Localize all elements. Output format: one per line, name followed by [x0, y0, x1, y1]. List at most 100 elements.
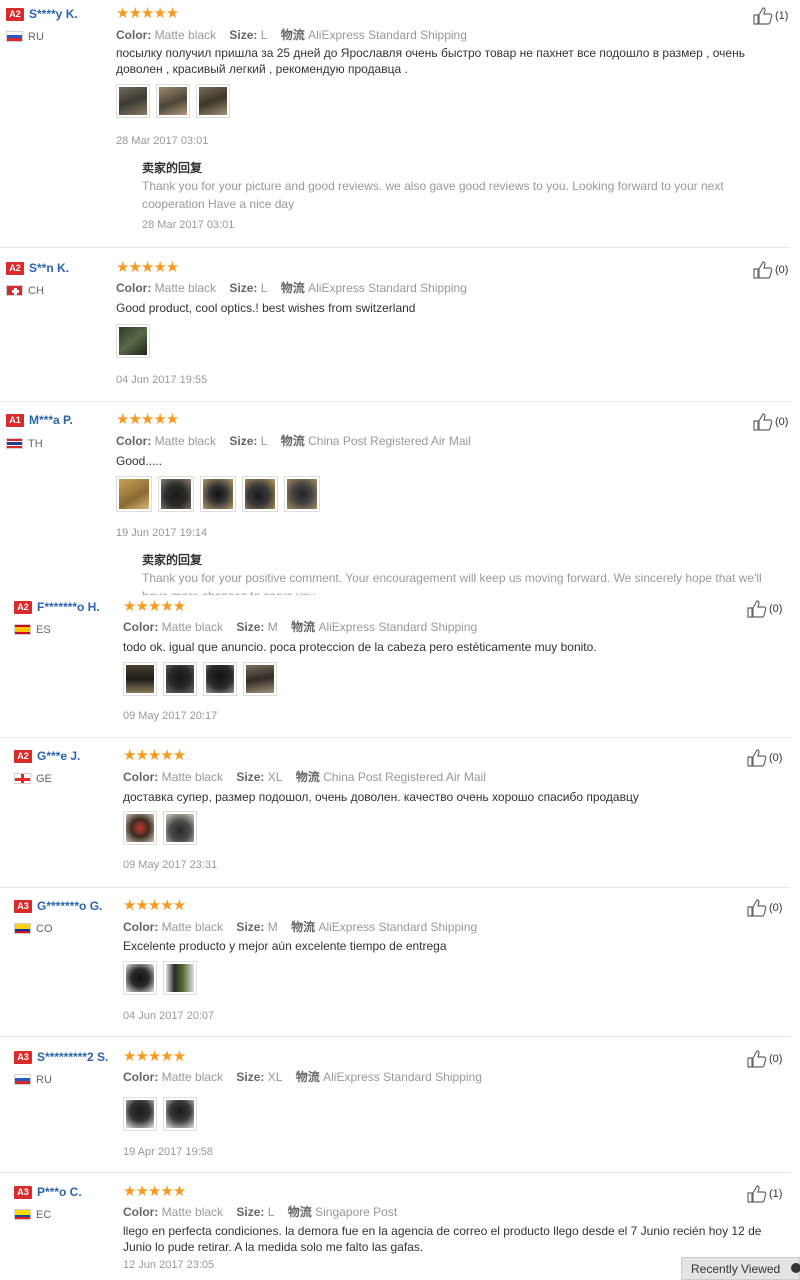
review-item: A1 M***a P. TH ★★★★★ Color: Matte black … — [0, 402, 800, 595]
review-text: доставка супер, размер подошол, очень до… — [123, 790, 639, 804]
seller-reply-text: Thank you for your positive comment. You… — [142, 571, 762, 595]
review-photo[interactable] — [158, 476, 194, 512]
helpful-button[interactable]: (0) — [747, 749, 782, 767]
order-info: Color: Matte black Size: L 物流 AliExpress… — [116, 28, 467, 42]
reviewer-name[interactable]: G*******o G. — [37, 899, 102, 913]
review-photo[interactable] — [203, 662, 237, 696]
country-code: CH — [28, 285, 44, 297]
helpful-button[interactable]: (1) — [747, 1185, 782, 1203]
helpful-count: (0) — [769, 752, 783, 764]
review-text: Good..... — [116, 454, 163, 468]
country-code: TH — [28, 438, 43, 450]
flag-icon — [14, 624, 31, 635]
review-photos — [123, 662, 277, 696]
order-info: Color: Matte black Size: M 物流 AliExpress… — [123, 620, 478, 634]
buyer-level-badge: A2 — [6, 262, 24, 275]
review-photo[interactable] — [243, 662, 277, 696]
reviewer-name[interactable]: S****y K. — [29, 7, 78, 21]
review-photos — [123, 961, 197, 995]
review-photo[interactable] — [116, 476, 152, 512]
review-photo[interactable] — [196, 84, 230, 118]
review-photos — [123, 811, 197, 845]
review-photo[interactable] — [123, 1097, 157, 1131]
thumbs-up-icon — [747, 1050, 767, 1068]
flag-icon — [6, 285, 23, 296]
review-date: 19 Apr 2017 19:58 — [123, 1146, 213, 1158]
helpful-count: (0) — [769, 902, 783, 914]
review-photo[interactable] — [200, 476, 236, 512]
review-photos — [116, 84, 230, 118]
rating-stars: ★★★★★ — [116, 411, 179, 428]
buyer-level-badge: A1 — [6, 414, 24, 427]
review-item: A3 P***o C. EC ★★★★★ Color: Matte black … — [0, 1173, 800, 1280]
helpful-button[interactable]: (0) — [747, 1050, 782, 1068]
thumbs-up-icon — [747, 749, 767, 767]
rating-stars: ★★★★★ — [123, 897, 186, 914]
review-photo[interactable] — [284, 476, 320, 512]
flag-icon — [14, 1209, 31, 1220]
country-code: RU — [36, 1074, 52, 1086]
review-photo[interactable] — [123, 811, 157, 845]
review-text: посылку получил пришла за 25 дней до Яро… — [116, 46, 745, 76]
reviewer-name[interactable]: G***e J. — [37, 749, 80, 763]
review-item: A3 S*********2 S. RU ★★★★★ Color: Matte … — [0, 1037, 800, 1173]
review-photo[interactable] — [116, 324, 150, 358]
rating-stars: ★★★★★ — [123, 1048, 186, 1065]
review-date: 12 Jun 2017 23:05 — [123, 1259, 215, 1271]
review-item: A2 S****y K. RU ★★★★★ Color: Matte black… — [0, 0, 800, 248]
review-item: A3 G*******o G. CO ★★★★★ Color: Matte bl… — [0, 888, 800, 1037]
helpful-count: (1) — [769, 1188, 783, 1200]
review-date: 04 Jun 2017 19:55 — [116, 374, 208, 386]
review-photos — [123, 1097, 197, 1131]
reviewer-name[interactable]: P***o C. — [37, 1185, 82, 1199]
thumbs-up-icon — [753, 413, 773, 431]
reviewer-name[interactable]: S*********2 S. — [37, 1050, 108, 1064]
order-info: Color: Matte black Size: M 物流 AliExpress… — [123, 920, 478, 934]
review-photo[interactable] — [116, 84, 150, 118]
reviewer-name[interactable]: M***a P. — [29, 413, 73, 427]
review-date: 04 Jun 2017 20:07 — [123, 1010, 215, 1022]
review-date: 28 Mar 2017 03:01 — [116, 135, 209, 147]
review-text: Good product, cool optics.! best wishes … — [116, 301, 416, 315]
review-photos — [116, 476, 320, 512]
country-code: CO — [36, 923, 53, 935]
review-photos — [116, 324, 150, 358]
helpful-button[interactable]: (0) — [747, 899, 782, 917]
review-photo[interactable] — [163, 961, 197, 995]
review-text: Excelente producto y mejor aún excelente… — [123, 939, 447, 953]
country-code: RU — [28, 31, 44, 43]
buyer-level-badge: A2 — [6, 8, 24, 21]
review-photo[interactable] — [242, 476, 278, 512]
review-text: todo ok. igual que anuncio. poca protecc… — [123, 640, 597, 654]
helpful-button[interactable]: (1) — [753, 7, 788, 25]
helpful-count: (0) — [769, 603, 783, 615]
review-date: 19 Jun 2017 19:14 — [116, 527, 208, 539]
review-date: 09 May 2017 23:31 — [123, 859, 218, 871]
order-info: Color: Matte black Size: L 物流 Singapore … — [123, 1205, 398, 1219]
rating-stars: ★★★★★ — [123, 598, 186, 615]
flag-icon — [6, 438, 23, 449]
review-text: llego en perfecta condiciones. la demora… — [123, 1224, 762, 1254]
review-photo[interactable] — [163, 1097, 197, 1131]
buyer-level-badge: A3 — [14, 1051, 32, 1064]
seller-reply-title: 卖家的回复 — [142, 553, 203, 567]
reviewer-name[interactable]: S**n K. — [29, 261, 69, 275]
thumbs-up-icon — [747, 1185, 767, 1203]
review-photo[interactable] — [123, 662, 157, 696]
review-photo[interactable] — [156, 84, 190, 118]
buyer-level-badge: A3 — [14, 1186, 32, 1199]
buyer-level-badge: A2 — [14, 750, 32, 763]
helpful-button[interactable]: (0) — [747, 600, 782, 618]
flag-icon — [14, 773, 31, 784]
review-photo[interactable] — [163, 811, 197, 845]
seller-reply-text: Thank you for your picture and good revi… — [142, 179, 724, 211]
order-info: Color: Matte black Size: L 物流 AliExpress… — [116, 281, 467, 295]
review-photo[interactable] — [163, 662, 197, 696]
helpful-button[interactable]: (0) — [753, 413, 788, 431]
helpful-button[interactable]: (0) — [753, 261, 788, 279]
recently-viewed-button[interactable]: Recently Viewed — [681, 1257, 800, 1280]
thumbs-up-icon — [753, 7, 773, 25]
rating-stars: ★★★★★ — [116, 259, 179, 276]
review-photo[interactable] — [123, 961, 157, 995]
reviewer-name[interactable]: F*******o H. — [37, 600, 100, 614]
